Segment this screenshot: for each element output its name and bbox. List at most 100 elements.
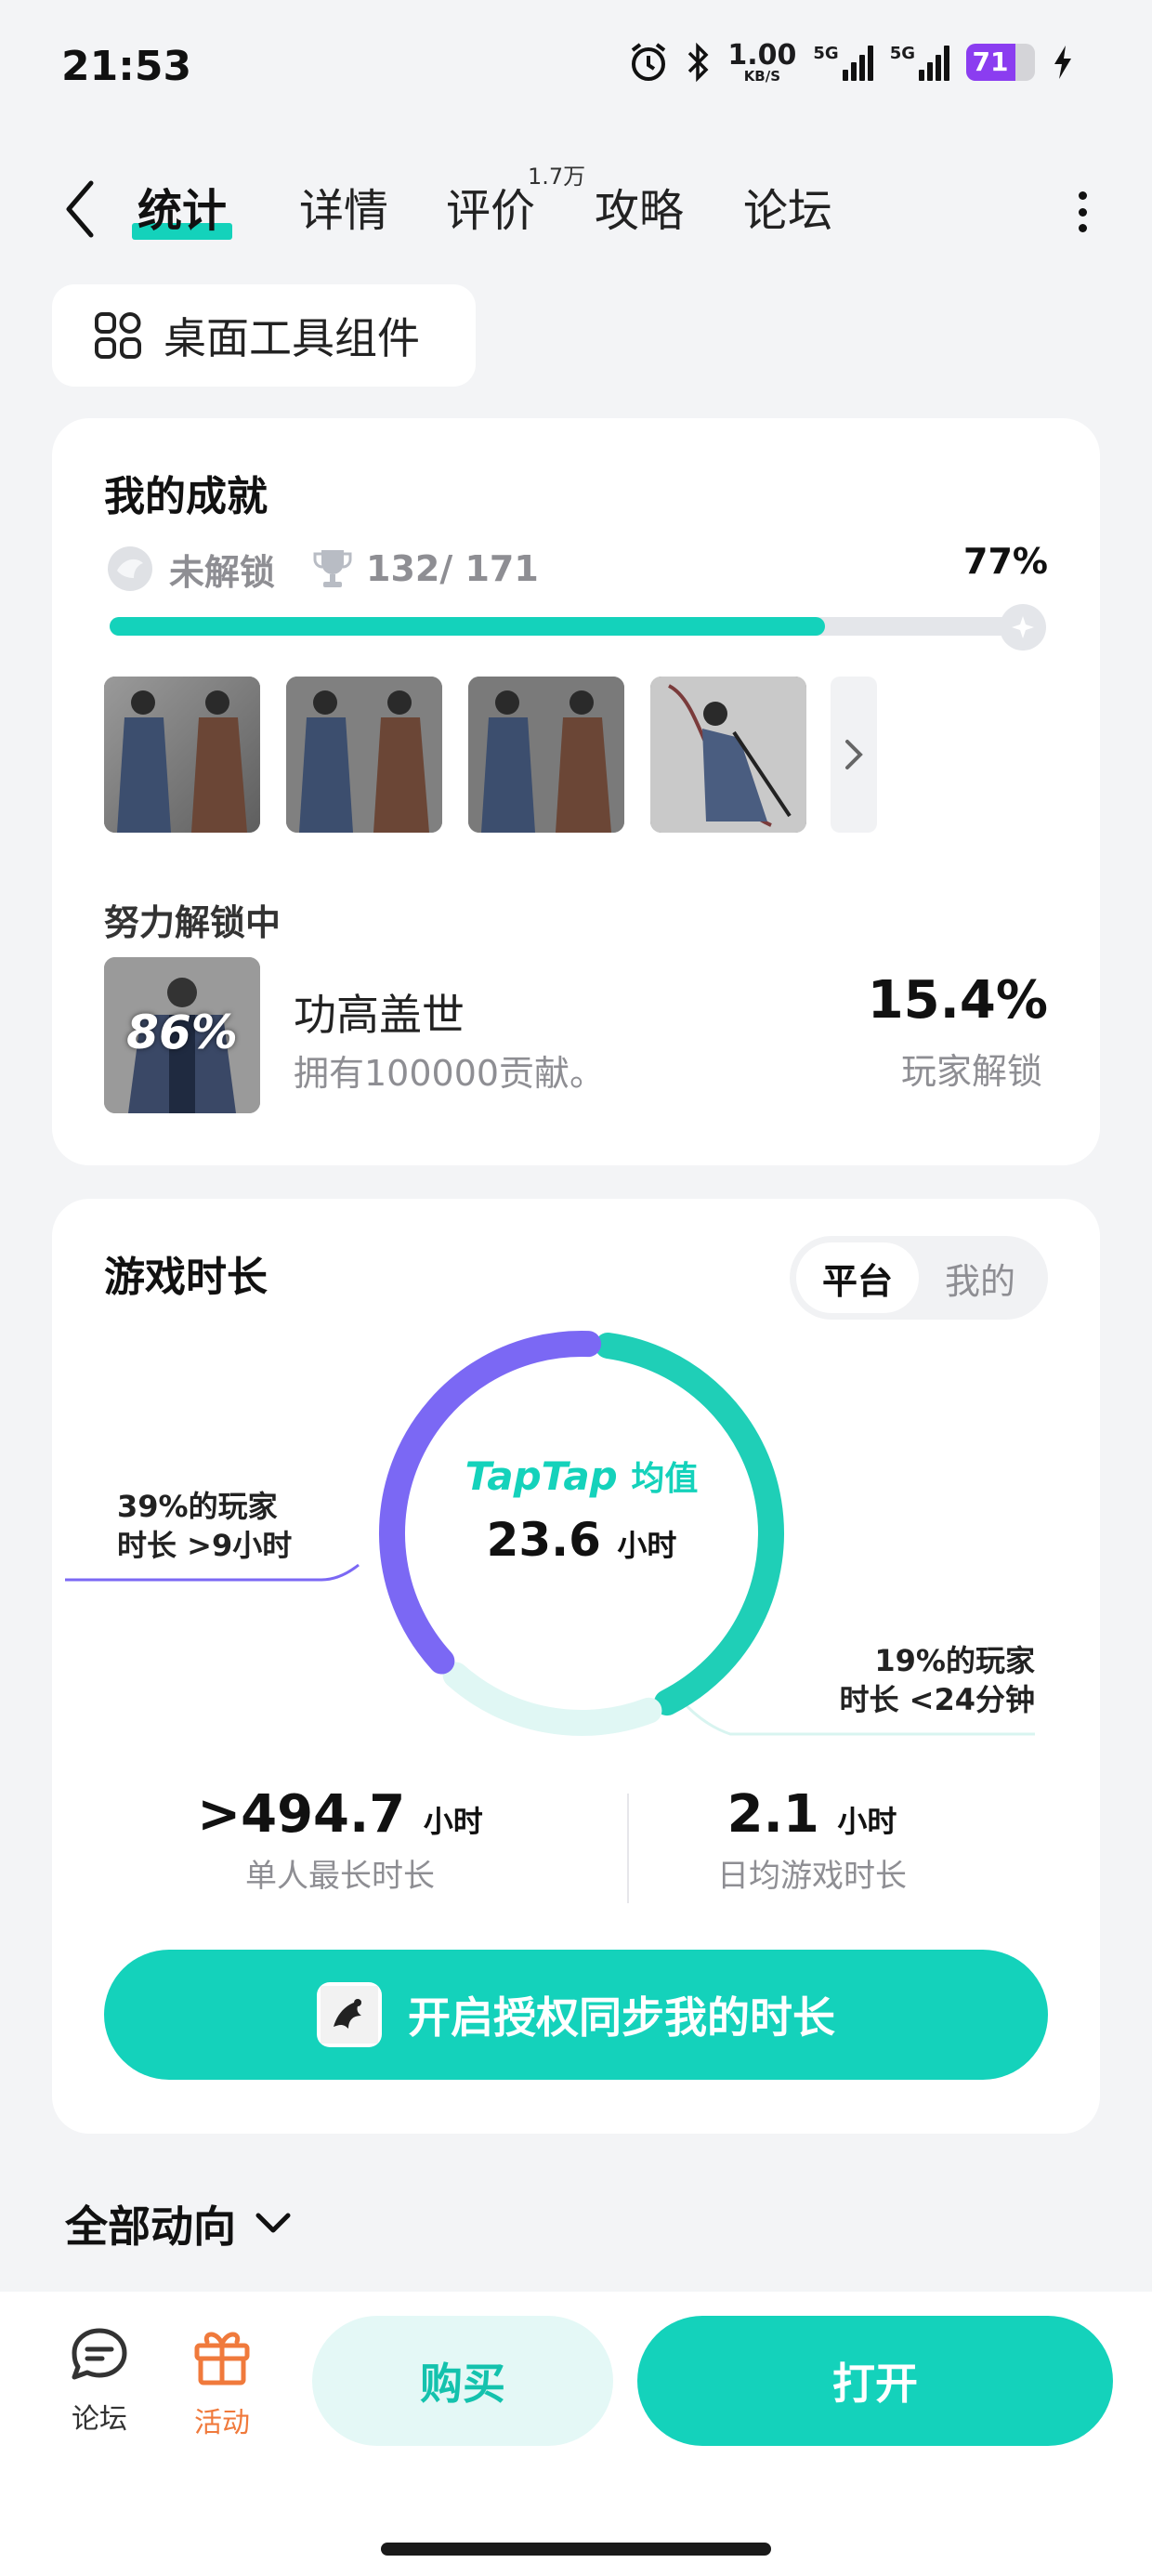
widget-button-label: 桌面工具组件	[164, 313, 420, 363]
bottom-forum[interactable]: 论坛	[58, 2325, 141, 2437]
back-button[interactable]	[52, 177, 108, 242]
speed-value: 1.00	[727, 38, 797, 72]
achievements-title: 我的成就	[104, 473, 268, 520]
taptap-average-label: TapTap 均值	[368, 1452, 795, 1500]
bluetooth-icon	[687, 42, 711, 83]
review-count-badge: 1.7万	[528, 164, 586, 190]
achievement-thumb[interactable]	[650, 677, 806, 833]
tab-guides-label: 攻略	[595, 185, 685, 237]
in-progress-desc: 拥有100000贡献。	[294, 1053, 606, 1094]
in-progress-name: 功高盖世	[294, 990, 465, 1040]
game-app-icon	[317, 1982, 382, 2047]
tab-forum[interactable]: 论坛	[743, 178, 832, 243]
sim2-label: 5G	[889, 44, 915, 63]
daily-playtime-label: 日均游戏时长	[717, 1858, 907, 1895]
achievement-percent: 77%	[963, 541, 1048, 582]
segment-mine[interactable]: 我的	[919, 1242, 1041, 1313]
short-play-note-line2: 时长 <24分钟	[839, 1682, 1036, 1717]
status-time: 21:53	[61, 43, 192, 90]
top-nav: 统计 详情 评价 1.7万 攻略 论坛	[0, 158, 1152, 260]
locked-badge-icon	[108, 546, 152, 591]
gift-icon	[194, 2332, 250, 2385]
daily-playtime-stat: 2.1 小时 日均游戏时长	[576, 1784, 1048, 1896]
tab-stats-label: 统计	[137, 185, 228, 237]
sync-playtime-button[interactable]: 开启授权同步我的时长	[104, 1950, 1048, 2080]
status-icons: 1.00 KB/S 5G 5G 71	[627, 41, 1074, 84]
bottom-forum-label: 论坛	[72, 2403, 127, 2436]
sparkle-icon	[1000, 604, 1046, 651]
average-unit: 小时	[617, 1528, 677, 1563]
network-speed: 1.00 KB/S	[727, 38, 797, 85]
playtime-segment-control: 平台 我的	[790, 1236, 1048, 1320]
bottom-activity[interactable]: 活动	[180, 2325, 264, 2440]
max-playtime-value: >494.7	[197, 1784, 406, 1845]
max-playtime-label: 单人最长时长	[245, 1858, 435, 1895]
thumbnails-next-button[interactable]	[831, 677, 877, 833]
open-button[interactable]: 打开	[637, 2316, 1113, 2446]
short-play-note: 19%的玩家 时长 <24分钟	[840, 1641, 1036, 1719]
chevron-down-icon	[255, 2213, 291, 2233]
achievement-thumb[interactable]	[286, 677, 442, 833]
long-play-note-line2: 时长 >9小时	[117, 1528, 293, 1563]
locked-label: 未解锁	[169, 551, 276, 593]
sim1-signal: 5G	[813, 44, 873, 81]
max-playtime-row: >494.7 小时	[104, 1784, 576, 1845]
tab-stats[interactable]: 统计	[132, 178, 233, 243]
average-value: 23.6	[486, 1513, 601, 1567]
brand-name: TapTap	[465, 1453, 618, 1499]
bottom-bar: 论坛 活动 购买 打开	[0, 2292, 1152, 2576]
playtime-title: 游戏时长	[104, 1254, 268, 1301]
grid-icon	[95, 312, 141, 359]
achievement-thumbnails	[104, 677, 806, 833]
short-play-note-line1: 19%的玩家	[874, 1643, 1035, 1678]
achievement-progress-bar	[110, 604, 1046, 651]
max-playtime-unit: 小时	[423, 1804, 483, 1839]
battery-level: 71	[972, 46, 1009, 77]
desktop-widget-button[interactable]: 桌面工具组件	[52, 284, 476, 387]
in-progress-title: 努力解锁中	[104, 902, 281, 943]
in-progress-thumb-percent: 86%	[126, 1005, 238, 1059]
daily-playtime-value: 2.1	[727, 1784, 819, 1845]
max-playtime-stat: >494.7 小时 单人最长时长	[104, 1784, 576, 1896]
segment-platform[interactable]: 平台	[796, 1242, 919, 1313]
sync-button-label: 开启授权同步我的时长	[408, 1992, 835, 2043]
buy-button[interactable]: 购买	[312, 2316, 613, 2446]
chevron-right-icon	[845, 740, 863, 769]
average-playtime: TapTap 均值 23.6 小时	[368, 1452, 795, 1567]
long-play-note: 39%的玩家 时长 >9小时	[117, 1487, 292, 1565]
bottom-activity-label: 活动	[194, 2407, 250, 2439]
status-bar: 21:53 1.00 KB/S 5G 5G 71	[0, 0, 1152, 139]
achievement-thumb[interactable]	[468, 677, 624, 833]
home-indicator[interactable]	[381, 2543, 771, 2556]
playtime-card: 游戏时长 平台 我的 TapTap 均值 23.6 小时 39%的玩家 时长 >…	[52, 1199, 1100, 2134]
forum-chat-icon	[72, 2328, 127, 2380]
more-options-icon[interactable]	[1068, 184, 1096, 240]
alarm-icon	[627, 41, 670, 84]
achievements-card: 我的成就 未解锁 132/ 171 77% 努力解锁中 86% 功高盖世 拥有1…	[52, 418, 1100, 1165]
battery-icon: 71	[966, 44, 1035, 81]
tab-details-label: 详情	[299, 185, 389, 237]
trophy-icon	[313, 550, 352, 587]
long-play-note-line1: 39%的玩家	[117, 1489, 278, 1524]
all-trends-label: 全部动向	[65, 2201, 236, 2252]
average-label: 均值	[631, 1460, 699, 1498]
in-progress-rate-label: 玩家解锁	[900, 1051, 1042, 1092]
achievements-meta: 未解锁 132/ 171	[104, 543, 539, 595]
tab-forum-label: 论坛	[743, 185, 833, 237]
charging-icon	[1052, 44, 1074, 81]
all-trends-dropdown[interactable]: 全部动向	[65, 2193, 292, 2254]
tab-guides[interactable]: 攻略	[595, 178, 684, 243]
achievement-count: 132/ 171	[366, 548, 539, 589]
in-progress-achievement[interactable]: 86% 功高盖世 拥有100000贡献。 15.4% 玩家解锁	[104, 957, 1048, 1113]
speed-unit: KB/S	[743, 67, 781, 85]
average-value-row: 23.6 小时	[368, 1513, 795, 1567]
tab-details[interactable]: 详情	[299, 178, 388, 243]
back-arrow-icon	[66, 180, 94, 238]
signal-bars-icon	[842, 44, 873, 81]
tab-reviews-label: 评价	[446, 185, 536, 237]
tab-reviews[interactable]: 评价	[446, 178, 535, 243]
achievement-thumb[interactable]	[104, 677, 260, 833]
achievement-progress-fill	[110, 617, 825, 636]
daily-playtime-unit: 小时	[837, 1804, 897, 1839]
sim2-signal: 5G	[890, 44, 949, 81]
